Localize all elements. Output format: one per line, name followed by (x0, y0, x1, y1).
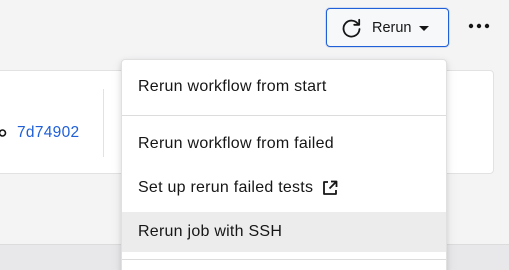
menu-item-rerun-from-failed[interactable]: Rerun workflow from failed (122, 124, 446, 164)
rerun-menu: Rerun workflow from start Rerun workflow… (121, 59, 447, 270)
menu-item-rerun-from-start[interactable]: Rerun workflow from start (122, 67, 446, 107)
commit-info: 7d74902 (0, 124, 79, 142)
commit-icon (0, 126, 9, 140)
menu-item-label: Rerun job with SSH (138, 223, 283, 240)
menu-item-label: Rerun workflow from start (138, 78, 327, 95)
menu-item-label: Rerun workflow from failed (138, 135, 334, 152)
menu-separator (122, 115, 446, 116)
caret-down-icon (419, 26, 429, 31)
page: 7d74902 Rerun Rerun workflow from start … (0, 0, 509, 270)
external-link-icon (321, 179, 339, 197)
menu-item-label: Set up rerun failed tests (138, 179, 314, 196)
menu-separator (122, 259, 446, 260)
commit-hash-link[interactable]: 7d74902 (17, 124, 79, 142)
rerun-button[interactable]: Rerun (326, 8, 449, 47)
more-options-button[interactable] (465, 12, 493, 40)
card-divider (103, 89, 104, 157)
refresh-icon (341, 18, 362, 39)
more-horizontal-icon (468, 23, 490, 29)
menu-item-rerun-job-ssh[interactable]: Rerun job with SSH (122, 212, 446, 252)
menu-item-setup-rerun-failed-tests[interactable]: Set up rerun failed tests (122, 168, 446, 208)
rerun-button-label: Rerun (372, 20, 412, 36)
